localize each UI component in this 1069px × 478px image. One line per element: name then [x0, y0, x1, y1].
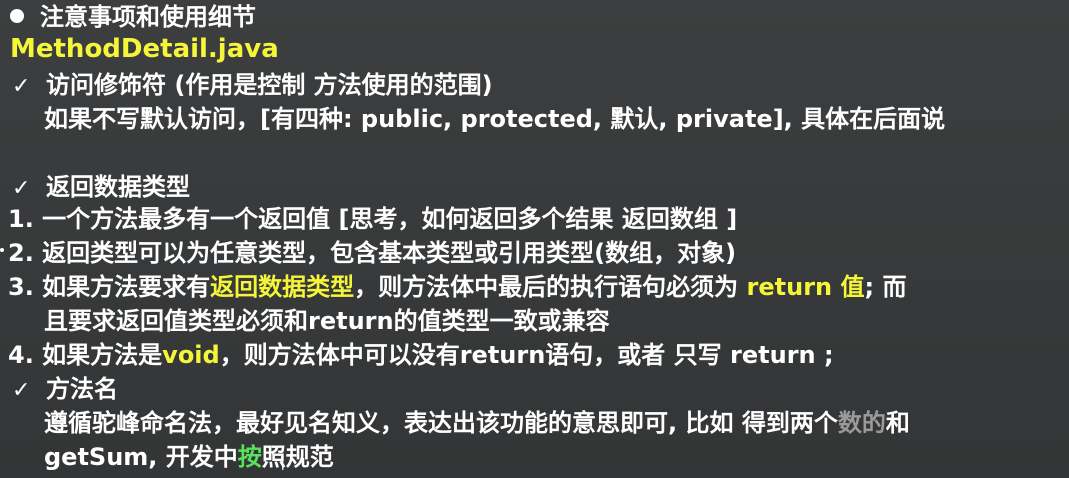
return-type-item-4: 4. 如果方法是void，则方法体中可以没有return语句，或者 只写 ret… [8, 341, 834, 369]
return-type-item-2: 2. 返回类型可以为任意类型，包含基本类型或引用类型(数组，对象) [8, 239, 737, 267]
return-type-title: ✓ 返回数据类型 [0, 172, 190, 204]
highlight-return-data-type: 返回数据类型 [210, 273, 355, 301]
highlight-void: void [162, 341, 220, 369]
section-heading: 注意事项和使用细节 [0, 2, 256, 32]
method-name-detail: 遵循驼峰命名法，最好见名知义，表达出该功能的意思即可, 比如 得到两个数的和 [44, 409, 910, 437]
text-cursor-icon: I [281, 459, 285, 473]
access-modifier-title: ✓ 访问修饰符 (作用是控制 方法使用的范围) [0, 70, 493, 102]
return-type-item-1: 1. 一个方法最多有一个返回值 [思考，如何返回多个结果 返回数组 ] [8, 205, 738, 233]
return-type-item-3-continuation: 且要求返回值类型必须和return的值类型一致或兼容 [44, 307, 610, 335]
checkmark-icon: ✓ [12, 74, 31, 99]
checkmark-icon: ✓ [12, 176, 31, 201]
cursor-highlight-text: 按 [237, 443, 262, 471]
method-name-title: ✓ 方法名 [0, 374, 118, 406]
checkmark-icon: ✓ [12, 378, 31, 403]
filename-label: MethodDetail.java [0, 34, 279, 64]
filename-text: MethodDetail.java [10, 34, 279, 64]
bullet-icon [10, 9, 24, 23]
faded-text: 数的 [837, 409, 886, 437]
return-type-item-3: 3. 如果方法要求有返回数据类型，则方法体中最后的执行语句必须为 return … [8, 273, 907, 301]
highlight-return-value: return 值 [746, 273, 865, 301]
access-modifier-detail: 如果不写默认访问，[有四种: public, protected, 默认, pr… [44, 105, 946, 133]
